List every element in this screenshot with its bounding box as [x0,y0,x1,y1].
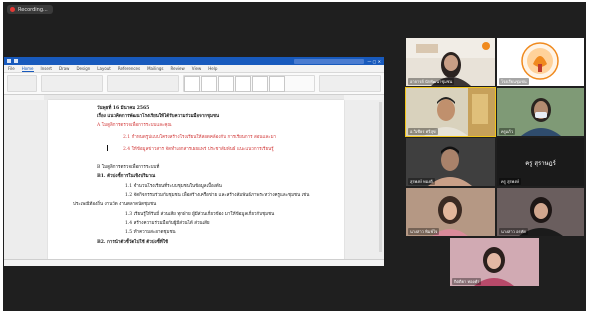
recording-indicator[interactable]: Recording... [7,5,53,14]
style-heading1[interactable] [218,76,234,92]
recording-label: Recording... [18,6,48,13]
ribbon-tab-references[interactable]: References [118,66,140,71]
style-heading2[interactable] [235,76,251,92]
participant-name: กิตติยา ทองคำ [452,278,482,285]
ribbon-tab-home[interactable]: Home [21,66,34,72]
participant-name: สุรพงษ์ ทองดี [408,178,435,185]
document-canvas: วันพุธที่ 16 มีนาคม 2565 เรื่อง แนวคิดการ… [4,100,384,260]
text-cursor [107,145,108,151]
document-line: วันพุธที่ 16 มีนาคม 2565 [97,106,150,111]
participant-name: นางสาว พิมพ์ใจ [408,228,440,235]
participant-tile-mask[interactable]: ครูแก้ว [497,88,584,136]
document-line: 1.2 จัดกิจกรรมร่วมกับชุมชน เพื่อสร้างเคร… [125,193,310,198]
style-subtitle[interactable] [269,76,285,92]
ribbon-tab-layout[interactable]: Layout [97,66,111,71]
font-group[interactable] [41,75,103,92]
participant-display-name: ครู สุราษฎร์ [525,160,556,167]
document-line: B โมดูลิการตรวจเพื่อการระบบที่ [97,165,160,170]
autosave-icon[interactable] [7,59,11,63]
participant-tile-woman[interactable]: นางสาว อรทัย [497,188,584,236]
word-statusbar [4,259,384,266]
participant-tile-pink[interactable]: กิตติยา ทองคำ [450,238,539,286]
participant-tile-speaker[interactable]: อ.วิเชียร ศรีสุข [405,87,496,137]
style-title[interactable] [252,76,268,92]
document-line: เรื่อง แนวคิดการพัฒนาโรงเรียนให้ได้รับคว… [97,114,220,119]
record-dot-icon [10,7,15,12]
participant-name: โรงเรียนชุมชน [499,78,529,85]
ribbon-tab-design[interactable]: Design [76,66,90,71]
ribbon-tab-view[interactable]: View [192,66,202,71]
document-page[interactable]: วันพุธที่ 16 มีนาคม 2565 เรื่อง แนวคิดการ… [48,100,344,260]
participant-name: อ.วิเชียร ศรีสุข [408,128,438,135]
editing-group[interactable] [319,75,381,92]
document-line: B2. การนำตัวชี้วัดไปใช้ ตัวบ่งชี้ที่ใช้ [97,240,169,245]
document-line: A โมดูลิการตรวจเพื่อการระบบและคุณ [97,123,172,128]
ribbon-tab-review[interactable]: Review [171,66,185,71]
participant-name: อาจารย์ นักพัฒนาชุมชน [408,78,455,85]
participant-tile-guy[interactable]: สุรพงษ์ ทองดี [406,138,495,186]
vertical-scrollbar[interactable] [379,102,382,252]
ribbon-tab-file[interactable]: File [8,66,15,71]
shared-screen-word[interactable]: — ▢ ✕ File Home Insert Draw Design Layout Refe… [4,57,384,266]
participant-tile-teen[interactable]: นางสาว พิมพ์ใจ [406,188,495,236]
participant-name: นางสาว อรทัย [499,228,528,235]
document-line: 2.1 กำหนดรูปแบบโครงสร้างโรงเรียนให้สอดคล… [123,135,277,140]
document-line: 1.4 สร้างความร่วมมือกับผู้มีส่วนได้ ส่วน… [125,221,210,226]
word-titlebar: — ▢ ✕ [4,57,384,65]
meeting-window: Recording... — ▢ ✕ File Home Insert Draw Des… [3,2,586,311]
paragraph-group[interactable] [107,75,179,92]
ribbon-tab-draw[interactable]: Draw [59,66,69,71]
participant-tile-text[interactable]: ครู สุราษฎร์ ครู สุรพงษ์ [497,138,584,186]
ribbon [4,73,384,95]
document-line: 1.5 ทำความสะอาดชุมชน [125,230,176,235]
document-line: 2.4 ให้ข้อมูลข่าวสาร จัดทำเอกสารเผยแพร่ … [123,147,274,152]
style-normal[interactable] [184,76,200,92]
document-line: ประเพณีท้องถิ่น งานวัด งานตลาดนัดชุมชน [73,202,157,207]
ribbon-tab-help[interactable]: Help [208,66,217,71]
participant-tile-presenter[interactable]: อาจารย์ นักพัฒนาชุมชน [406,38,495,86]
document-line: 1.3 เรียนรู้ให้รับมี่ ส่วนเสีย ทุกฝ่าย ผ… [125,212,275,217]
ribbon-tab-insert[interactable]: Insert [41,66,52,71]
clipboard-group[interactable] [7,75,37,92]
ribbon-tab-mailings[interactable]: Mailings [147,66,163,71]
word-search-box[interactable] [294,58,365,64]
participant-name: ครูแก้ว [499,128,516,135]
document-line: 1.1 จำนวนโรงเรียนที่ระบบชุมชนในข้อมูลเบื… [125,184,222,189]
participant-tile-logo[interactable]: โรงเรียนชุมชน [497,38,584,86]
style-no-spacing[interactable] [201,76,217,92]
participant-name: ครู สุรพงษ์ [499,178,521,185]
window-controls-icon[interactable]: — ▢ ✕ [367,59,381,64]
ribbon-tabs: File Home Insert Draw Design Layout References… [4,65,384,73]
styles-group[interactable] [183,75,315,92]
document-line: B1. ตัวบ่งชี้การในเชิงปริมาณ [97,174,156,179]
save-icon[interactable] [14,59,18,63]
